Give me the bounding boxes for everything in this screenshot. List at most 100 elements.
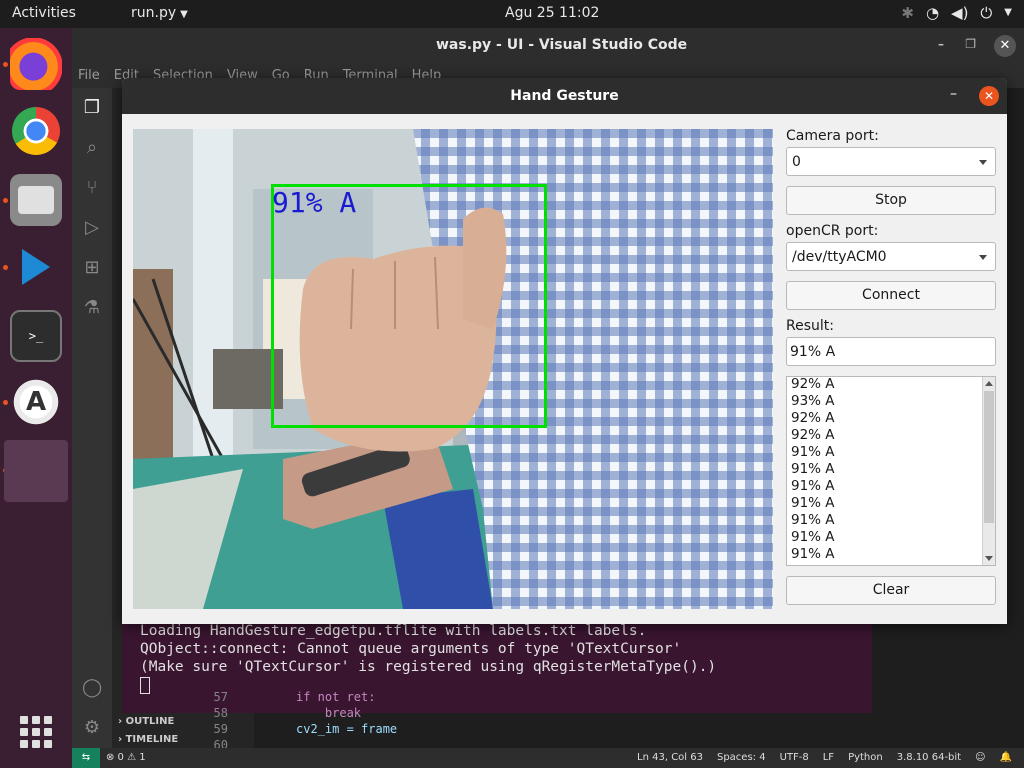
clock[interactable]: Agu 25 11:02: [505, 5, 599, 21]
terminal-prompt: [140, 677, 872, 695]
show-applications-icon[interactable]: [20, 716, 52, 748]
list-item[interactable]: 91% A: [791, 495, 835, 512]
wifi-icon[interactable]: ◔: [926, 4, 939, 22]
list-item[interactable]: 91% A: [791, 546, 835, 563]
opencr-port-value: /dev/ttyACM0: [792, 249, 887, 265]
vscode-icon[interactable]: [10, 241, 62, 293]
maximize-icon[interactable]: ❐: [965, 37, 976, 51]
remote-icon[interactable]: ⇆: [72, 748, 100, 768]
files-icon[interactable]: [10, 174, 62, 226]
status-bar: ⇆ ⊗ 0 ⚠ 1 Ln 43, Col 63 Spaces: 4 UTF-8 …: [72, 748, 1024, 768]
bluetooth-icon[interactable]: ✱: [901, 4, 914, 22]
scrollbar[interactable]: [982, 377, 995, 565]
connect-button[interactable]: Connect: [786, 281, 996, 310]
outline-section[interactable]: › OUTLINE: [118, 716, 174, 727]
result-history-list[interactable]: 92% A 93% A 92% A 92% A 91% A 91% A 91% A 91% A…: [786, 376, 996, 566]
camera-feed: 91% A: [133, 129, 773, 609]
running-indicator: [3, 198, 8, 203]
terminal-line: (Make sure 'QTextCursor' is registered u…: [140, 659, 717, 675]
chrome-icon[interactable]: [12, 107, 60, 155]
outline-label: OUTLINE: [125, 716, 175, 727]
running-indicator: [3, 400, 8, 405]
list-item[interactable]: 91% A: [791, 478, 835, 495]
window-title: was.py - UI - Visual Studio Code: [436, 37, 688, 53]
scroll-down-icon[interactable]: [985, 556, 993, 561]
line-number: 58: [213, 706, 228, 720]
explorer-icon[interactable]: ❐: [82, 98, 102, 118]
code-line: cv2_im = frame: [296, 722, 397, 736]
menu-file[interactable]: File: [78, 68, 100, 83]
notifications-icon[interactable]: 🔔: [1000, 752, 1012, 763]
list-item[interactable]: 91% A: [791, 461, 835, 478]
minimize-icon[interactable]: –: [938, 37, 944, 51]
running-indicator: [3, 62, 8, 67]
status-right: Ln 43, Col 63 Spaces: 4 UTF-8 LF Python …: [637, 752, 1012, 763]
timeline-section[interactable]: › TIMELINE: [118, 734, 178, 745]
firefox-icon[interactable]: [10, 38, 62, 90]
encoding[interactable]: UTF-8: [780, 752, 809, 763]
dock: >_ A: [0, 28, 72, 768]
code-line-text: break: [296, 706, 362, 720]
camera-port-select[interactable]: 0: [786, 147, 996, 176]
power-icon[interactable]: ⏻: [980, 4, 992, 22]
problems-indicator[interactable]: ⊗ 0 ⚠ 1: [106, 752, 146, 763]
testing-icon[interactable]: ⚗: [82, 298, 102, 318]
interpreter[interactable]: 3.8.10 64-bit: [897, 752, 961, 763]
list-item[interactable]: 93% A: [791, 393, 835, 410]
detection-bounding-box: [271, 184, 547, 428]
account-icon[interactable]: ◯: [82, 678, 102, 698]
dialog-title: Hand Gesture: [122, 78, 1007, 114]
extensions-icon[interactable]: ⊞: [82, 258, 102, 278]
software-store-icon[interactable]: A: [10, 376, 62, 428]
terminal-icon[interactable]: >_: [10, 310, 62, 362]
gear-icon[interactable]: ⚙: [82, 718, 102, 738]
code-line: break: [296, 706, 361, 720]
run-debug-icon[interactable]: ▷: [82, 218, 102, 238]
close-icon[interactable]: ✕: [979, 86, 999, 106]
feedback-icon[interactable]: ☺: [975, 752, 985, 763]
chevron-down-icon: [979, 255, 987, 260]
stop-button[interactable]: Stop: [786, 186, 996, 215]
list-item[interactable]: 92% A: [791, 377, 835, 393]
line-ending[interactable]: LF: [823, 752, 834, 763]
code-line: if not ret:: [296, 690, 375, 704]
app-menu[interactable]: run.py ▼: [131, 5, 188, 21]
system-tray[interactable]: ✱ ◔ ◀) ⏻ ▼: [901, 4, 1012, 22]
app-menu-label: run.py: [131, 5, 177, 21]
result-label: Result:: [786, 318, 834, 334]
list-item[interactable]: 91% A: [791, 512, 835, 529]
volume-icon[interactable]: ◀): [951, 4, 968, 22]
minimize-icon[interactable]: –: [950, 86, 957, 102]
clear-button[interactable]: Clear: [786, 576, 996, 605]
list-item[interactable]: 92% A: [791, 427, 835, 444]
chevron-down-icon[interactable]: ▼: [1004, 7, 1012, 22]
top-bar: Activities run.py ▼ Agu 25 11:02 ✱ ◔ ◀) ⏻…: [0, 0, 1024, 28]
source-control-icon[interactable]: ⑂: [82, 178, 102, 198]
code-line-text: if not ret:: [296, 690, 376, 704]
running-indicator: [3, 265, 8, 270]
terminal-panel[interactable]: Loading HandGesture_edgetpu.tflite with …: [122, 623, 872, 713]
chevron-down-icon: [979, 160, 987, 165]
scroll-up-icon[interactable]: [985, 381, 993, 386]
timeline-label: TIMELINE: [125, 734, 179, 745]
indentation[interactable]: Spaces: 4: [717, 752, 766, 763]
activities-button[interactable]: Activities: [12, 5, 76, 21]
line-number: 57: [213, 690, 228, 704]
search-icon[interactable]: ⌕: [82, 138, 102, 158]
close-icon[interactable]: ✕: [994, 35, 1016, 57]
opencr-port-select[interactable]: /dev/ttyACM0: [786, 242, 996, 271]
scrollbar-thumb[interactable]: [984, 391, 994, 523]
camera-port-value: 0: [792, 154, 801, 170]
result-field[interactable]: 91% A: [786, 337, 996, 366]
language-mode[interactable]: Python: [848, 752, 883, 763]
line-number: 59: [213, 722, 228, 736]
terminal-line: Loading HandGesture_edgetpu.tflite with …: [140, 623, 647, 639]
list-item[interactable]: 91% A: [791, 529, 835, 546]
activity-bar: ❐ ⌕ ⑂ ▷ ⊞ ⚗ ◯ ⚙: [72, 88, 112, 750]
camera-port-label: Camera port:: [786, 128, 879, 144]
code-line-text: cv2_im = frame: [296, 722, 398, 736]
cursor-position[interactable]: Ln 43, Col 63: [637, 752, 703, 763]
active-app-slot[interactable]: [4, 440, 68, 502]
list-item[interactable]: 92% A: [791, 410, 835, 427]
list-item[interactable]: 91% A: [791, 444, 835, 461]
